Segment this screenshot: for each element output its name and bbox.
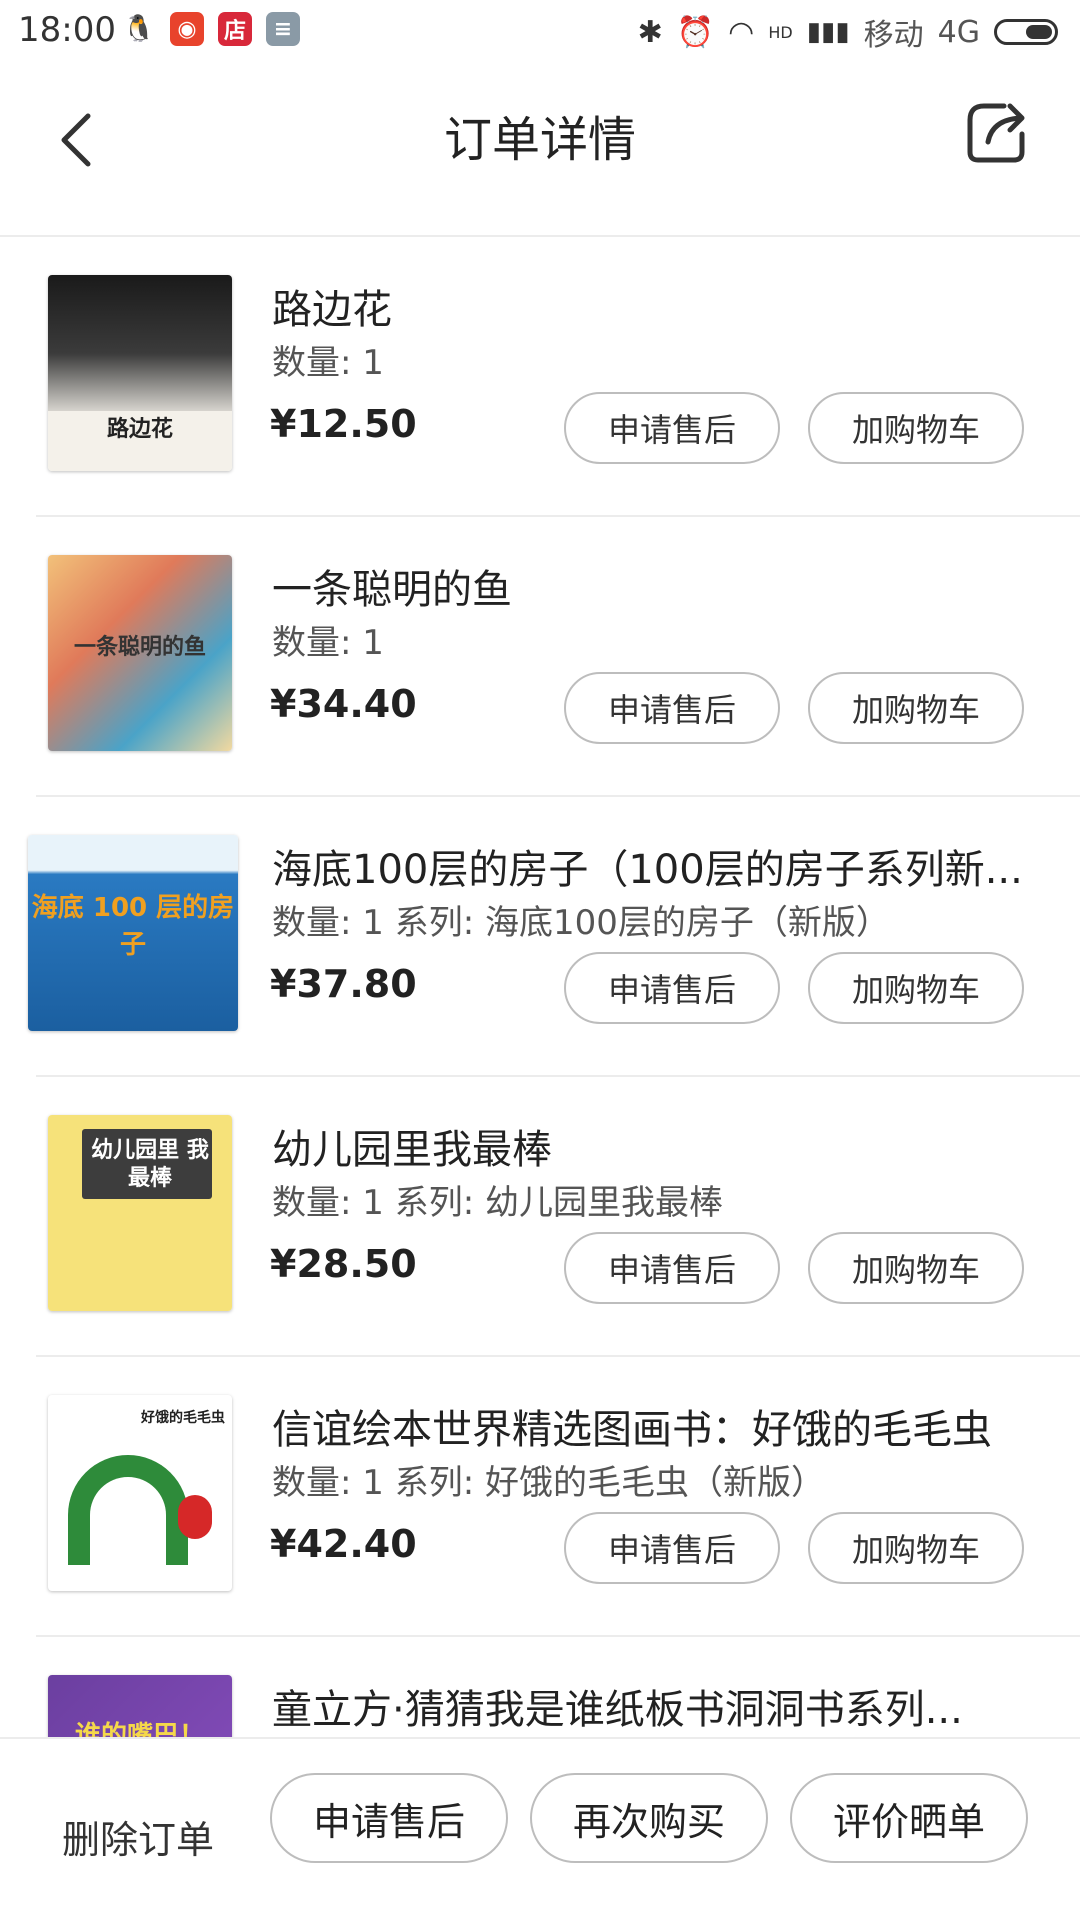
network-type: 4G bbox=[937, 14, 980, 50]
add-to-cart-button[interactable]: 加购物车 bbox=[808, 392, 1024, 464]
add-to-cart-button[interactable]: 加购物车 bbox=[808, 952, 1024, 1024]
cover-label: 路边花 bbox=[48, 411, 232, 443]
item-title[interactable]: 信谊绘本世界精选图画书：好饿的毛毛虫 bbox=[272, 1397, 1044, 1455]
item-price: ¥28.50 bbox=[270, 1242, 417, 1286]
item-price: ¥12.50 bbox=[270, 402, 417, 446]
item-price: ¥34.40 bbox=[270, 682, 417, 726]
carrier-label: 移动 bbox=[863, 18, 924, 53]
after-sale-button[interactable]: 申请售后 bbox=[564, 1232, 780, 1304]
order-item[interactable]: 谁的嘴巴！ 童立方·猜猜我是谁纸板书洞洞书系列... bbox=[36, 1637, 1080, 1737]
item-meta: 数量: 1 bbox=[272, 623, 384, 663]
delete-order-button[interactable]: 删除订单 bbox=[62, 1809, 214, 1864]
after-sale-button[interactable]: 申请售后 bbox=[564, 952, 780, 1024]
item-title[interactable]: 海底100层的房子（100层的房子系列新... bbox=[272, 837, 1044, 895]
book-cover[interactable]: 海底 100 层的房子 bbox=[28, 835, 238, 1031]
add-to-cart-button[interactable]: 加购物车 bbox=[808, 1512, 1024, 1584]
order-item[interactable]: 一条聪明的鱼 一条聪明的鱼 数量: 1 ¥34.40 申请售后 加购物车 bbox=[36, 517, 1080, 797]
after-sale-button[interactable]: 申请售后 bbox=[564, 1512, 780, 1584]
notes-icon: ≡ bbox=[266, 12, 300, 46]
after-sale-button[interactable]: 申请售后 bbox=[564, 672, 780, 744]
cover-label: 幼儿园里 我最棒 bbox=[91, 1138, 209, 1191]
status-right: ✱ ⏰ ◠ HD ▮▮▮ 移动 4G bbox=[638, 10, 1058, 54]
cover-label: 谁的嘴巴！ bbox=[74, 1721, 205, 1737]
book-cover[interactable]: 一条聪明的鱼 bbox=[48, 555, 232, 751]
order-item-list[interactable]: 路边花 路边花 数量: 1 ¥12.50 申请售后 加购物车 一条聪明的鱼 一条… bbox=[0, 237, 1080, 1737]
cover-label: 一条聪明的鱼 bbox=[73, 635, 206, 660]
book-cover[interactable]: 谁的嘴巴！ bbox=[48, 1675, 232, 1737]
add-to-cart-button[interactable]: 加购物车 bbox=[808, 672, 1024, 744]
item-meta: 数量: 1 系列: 幼儿园里我最棒 bbox=[272, 1183, 723, 1223]
book-cover[interactable]: 好饿的毛毛虫 bbox=[48, 1395, 232, 1591]
buy-again-button[interactable]: 再次购买 bbox=[530, 1773, 768, 1863]
order-item[interactable]: 幼儿园里 我最棒 幼儿园里我最棒 数量: 1 系列: 幼儿园里我最棒 ¥28.5… bbox=[36, 1077, 1080, 1357]
after-sale-order-button[interactable]: 申请售后 bbox=[270, 1773, 508, 1863]
status-bar: 18:00 🐧 ◉ 店 ≡ ✱ ⏰ ◠ HD ▮▮▮ 移动 4G bbox=[0, 0, 1080, 60]
book-cover[interactable]: 路边花 bbox=[48, 275, 232, 471]
battery-icon bbox=[994, 19, 1058, 45]
item-title[interactable]: 童立方·猜猜我是谁纸板书洞洞书系列... bbox=[272, 1677, 1044, 1735]
book-cover[interactable]: 幼儿园里 我最棒 bbox=[48, 1115, 232, 1311]
item-title[interactable]: 路边花 bbox=[272, 277, 1044, 335]
item-meta: 数量: 1 系列: 海底100层的房子（新版） bbox=[272, 903, 890, 943]
review-button[interactable]: 评价晒单 bbox=[790, 1773, 1028, 1863]
caterpillar-art bbox=[68, 1455, 188, 1565]
alarm-icon: ⏰ bbox=[676, 14, 715, 50]
item-price: ¥37.80 bbox=[270, 962, 417, 1006]
hd-badge: HD bbox=[768, 22, 793, 42]
shop-app-icon: 店 bbox=[218, 12, 252, 46]
tmall-icon: ◉ bbox=[170, 12, 204, 46]
add-to-cart-button[interactable]: 加购物车 bbox=[808, 1232, 1024, 1304]
order-item[interactable]: 好饿的毛毛虫 信谊绘本世界精选图画书：好饿的毛毛虫 数量: 1 系列: 好饿的毛… bbox=[36, 1357, 1080, 1637]
qq-icon: 🐧 bbox=[122, 12, 156, 46]
header: 订单详情 bbox=[0, 60, 1080, 237]
cover-label: 好饿的毛毛虫 bbox=[141, 1410, 225, 1426]
item-price: ¥42.40 bbox=[270, 1522, 417, 1566]
bluetooth-icon: ✱ bbox=[637, 14, 663, 50]
wifi-icon: ◠ bbox=[728, 14, 755, 50]
signal-icon: ▮▮▮ bbox=[806, 17, 850, 47]
status-app-icons: 🐧 ◉ 店 ≡ bbox=[122, 12, 300, 46]
caterpillar-head bbox=[178, 1495, 212, 1539]
after-sale-button[interactable]: 申请售后 bbox=[564, 392, 780, 464]
item-title[interactable]: 一条聪明的鱼 bbox=[272, 557, 1044, 615]
item-title[interactable]: 幼儿园里我最棒 bbox=[272, 1117, 1044, 1175]
item-meta: 数量: 1 系列: 好饿的毛毛虫（新版） bbox=[272, 1463, 825, 1503]
bottom-action-bar: 删除订单 申请售后 再次购买 评价晒单 bbox=[0, 1737, 1080, 1922]
share-icon bbox=[967, 103, 1025, 163]
order-item[interactable]: 路边花 路边花 数量: 1 ¥12.50 申请售后 加购物车 bbox=[36, 237, 1080, 517]
item-meta: 数量: 1 bbox=[272, 343, 384, 383]
page-title: 订单详情 bbox=[443, 112, 636, 168]
cover-label: 海底 100 层的房子 bbox=[31, 893, 235, 960]
status-time: 18:00 bbox=[18, 10, 116, 50]
order-item[interactable]: 海底 100 层的房子 海底100层的房子（100层的房子系列新... 数量: … bbox=[28, 797, 1080, 1077]
share-button[interactable] bbox=[964, 98, 1032, 166]
